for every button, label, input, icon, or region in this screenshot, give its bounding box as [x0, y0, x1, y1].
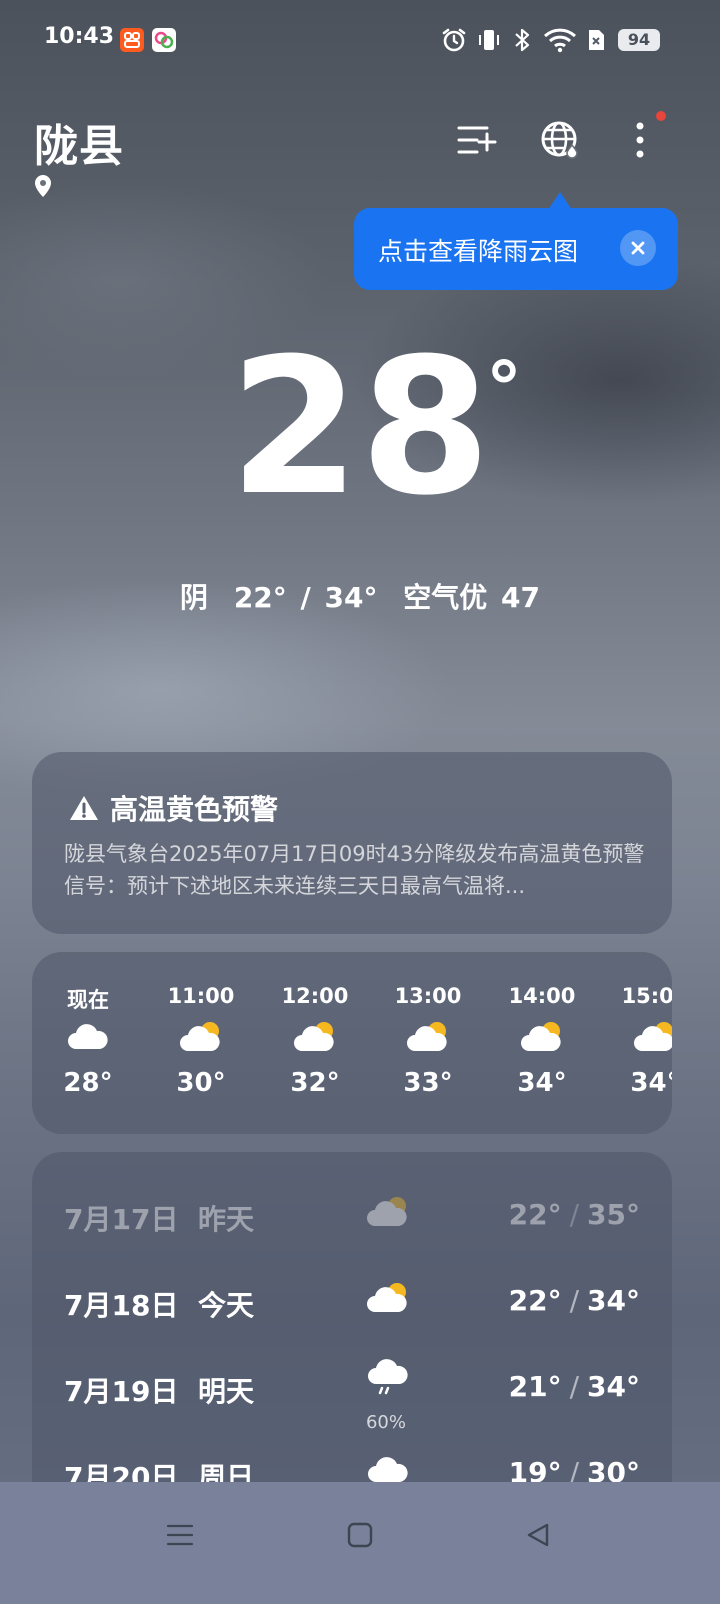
day-date: 7月19日 明天 — [64, 1375, 254, 1408]
partly-cloudy-icon — [364, 1278, 412, 1318]
hourly-item: 12:00 32° — [263, 984, 367, 1098]
alert-title-row: 高温黄色预警 — [68, 788, 278, 828]
more-vertical-icon — [636, 122, 644, 158]
hourly-item: 11:00 30° — [149, 984, 253, 1098]
daily-row[interactable]: 7月17日 昨天 22°/35° — [32, 1178, 672, 1248]
hour-temp: 30° — [176, 1068, 226, 1098]
hourly-item: 现在 28° — [36, 984, 140, 1098]
weather-summary[interactable]: 阴 22° / 34° 空气优 47 — [0, 576, 720, 616]
day-temp-range: 22°/35° — [508, 1198, 640, 1231]
day-date: 7月18日 今天 — [64, 1289, 254, 1322]
hour-temp: 34° — [630, 1068, 672, 1098]
cloud-icon — [36, 1014, 140, 1060]
rain-radar-tooltip[interactable]: 点击查看降雨云图 — [354, 208, 678, 290]
notification-dot — [656, 111, 666, 121]
rain-icon — [364, 1358, 412, 1398]
tooltip-text: 点击查看降雨云图 — [378, 237, 579, 266]
precip-probability: 60% — [365, 1412, 406, 1433]
hour-label: 15:00 — [621, 984, 672, 1008]
partly-cloudy-icon — [149, 1014, 253, 1060]
home-button[interactable] — [330, 1510, 390, 1560]
rain-radar-button[interactable] — [532, 112, 588, 168]
warning-icon — [70, 796, 98, 820]
close-icon — [631, 241, 645, 255]
status-time: 10:43 — [44, 24, 115, 49]
menu-icon — [166, 1524, 194, 1546]
no-sim-icon — [584, 26, 608, 54]
back-triangle-icon — [527, 1523, 549, 1547]
alert-body: 陇县气象台2025年07月17日09时43分降级发布高温黄色预警信号：预计下述地… — [64, 842, 645, 898]
hourly-item: 13:00 33° — [376, 984, 480, 1098]
globe-rain-icon — [541, 121, 578, 159]
weather-alert-card[interactable]: 高温黄色预警 陇县气象台2025年07月17日09时43分降级发布高温黄色预警信… — [32, 752, 672, 934]
partly-cloudy-icon — [263, 1014, 367, 1060]
add-city-button[interactable] — [449, 112, 505, 168]
hour-label: 14:00 — [508, 984, 576, 1008]
vibrate-icon — [476, 26, 502, 54]
day-date: 7月17日 昨天 — [64, 1203, 254, 1236]
app-notification-icon — [152, 28, 176, 52]
hour-label: 13:00 — [394, 984, 462, 1008]
add-list-icon — [457, 126, 497, 154]
hour-temp: 33° — [403, 1068, 453, 1098]
bluetooth-icon — [510, 26, 534, 54]
square-icon — [347, 1522, 373, 1548]
hourly-forecast-card[interactable]: 现在 28° 11:00 30° 12:00 32° 13:00 33° 14:… — [32, 952, 672, 1134]
daily-row[interactable]: 7月18日 今天 22°/34° — [32, 1264, 672, 1334]
hour-temp: 28° — [63, 1068, 113, 1098]
partly-cloudy-icon — [364, 1192, 412, 1232]
alert-title: 高温黄色预警 — [110, 793, 279, 826]
degree-symbol: ° — [486, 346, 522, 430]
tooltip-close-button[interactable] — [620, 230, 656, 266]
wifi-icon — [542, 26, 578, 54]
hour-label: 11:00 — [167, 984, 235, 1008]
hour-label: 12:00 — [281, 984, 349, 1008]
back-button[interactable] — [508, 1510, 568, 1560]
recent-apps-button[interactable] — [150, 1510, 210, 1560]
partly-cloudy-icon — [376, 1014, 480, 1060]
app-notification-icon — [120, 28, 144, 52]
current-temperature: 28 — [229, 318, 491, 537]
partly-cloudy-icon — [603, 1014, 672, 1060]
hourly-item: 14:00 34° — [490, 984, 594, 1098]
day-temp-range: 21°/34° — [508, 1370, 640, 1403]
hourly-item: 15:00 34° — [603, 984, 672, 1098]
hour-label: 现在 — [67, 988, 109, 1012]
hour-temp: 34° — [517, 1068, 567, 1098]
hour-temp: 32° — [290, 1068, 340, 1098]
location-pin-icon — [34, 174, 52, 202]
alarm-icon — [440, 26, 468, 54]
city-name[interactable]: 陇县 — [34, 110, 124, 174]
day-temp-range: 22°/34° — [508, 1284, 640, 1317]
temp-range-text: 22° / 34° — [233, 581, 378, 614]
partly-cloudy-icon — [490, 1014, 594, 1060]
daily-row[interactable]: 7月19日 明天 60% 21°/34° — [32, 1350, 672, 1433]
battery-indicator: 94 — [618, 29, 660, 51]
air-quality-text[interactable]: 空气优 47 — [403, 581, 540, 614]
condition-text: 阴 — [180, 581, 209, 614]
